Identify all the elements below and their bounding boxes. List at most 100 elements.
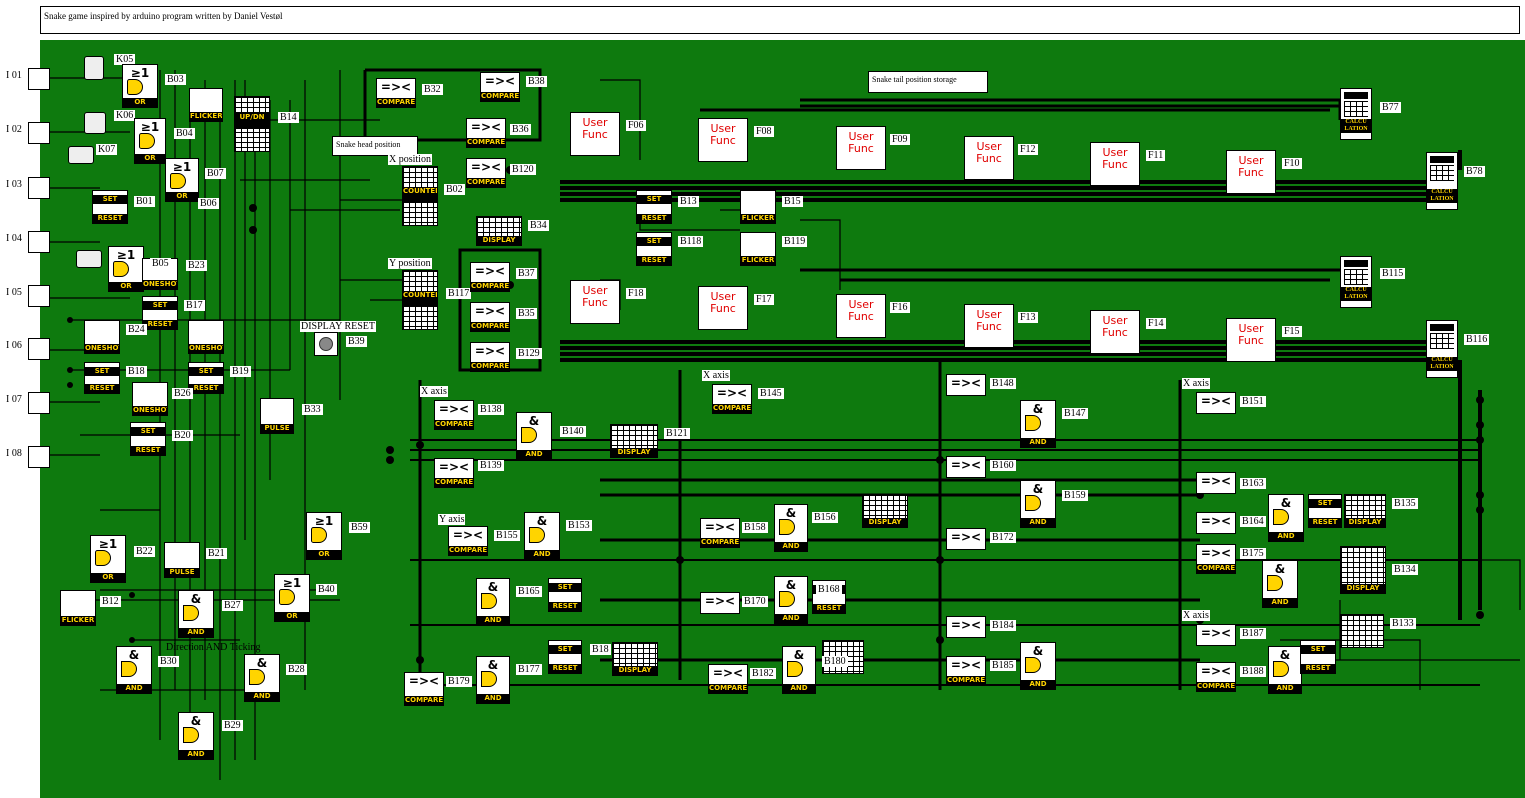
- input-i01[interactable]: [28, 68, 50, 90]
- compare-block[interactable]: =>< COMPARE: [700, 518, 740, 548]
- oneshot-block[interactable]: ONESHOT: [188, 320, 224, 354]
- user-func-block[interactable]: User Func: [570, 280, 620, 324]
- oneshot-block[interactable]: ONESHOT: [84, 320, 120, 354]
- or-block[interactable]: ≥1 OR: [108, 246, 144, 292]
- and-block[interactable]: & AND: [476, 656, 510, 704]
- compare-block[interactable]: =>< COMPARE: [1196, 662, 1236, 692]
- x-counter-block[interactable]: COUNTER: [402, 166, 438, 226]
- set-reset-block[interactable]: SET RESET: [548, 640, 582, 674]
- set-reset-block[interactable]: SET RESET: [636, 232, 672, 266]
- flicker-block[interactable]: FLICKER: [189, 88, 223, 122]
- input-i03[interactable]: [28, 177, 50, 199]
- flicker-block[interactable]: FLICKER: [60, 590, 96, 626]
- pulse-block[interactable]: PULSE: [260, 398, 294, 434]
- calculation-block[interactable]: CALCU LATION: [1426, 152, 1458, 210]
- updn-counter-block[interactable]: UP/DN: [234, 96, 270, 152]
- input-i08[interactable]: [28, 446, 50, 468]
- display-block[interactable]: DISPLAY: [1340, 546, 1386, 594]
- calculation-block[interactable]: CALCU LATION: [1426, 320, 1458, 378]
- key-switch-icon[interactable]: [68, 146, 94, 164]
- compare-block[interactable]: =>< COMPARE: [1196, 544, 1236, 574]
- pulse-block[interactable]: PULSE: [164, 542, 200, 578]
- compare-block[interactable]: =>< COMPARE: [466, 158, 506, 188]
- compare-block[interactable]: =><: [700, 592, 740, 614]
- compare-block[interactable]: =>< COMPARE: [480, 72, 520, 102]
- and-block[interactable]: & AND: [1020, 480, 1056, 528]
- and-block[interactable]: & AND: [774, 576, 808, 624]
- input-i06[interactable]: [28, 338, 50, 360]
- user-func-block[interactable]: User Func: [836, 126, 886, 170]
- key-switch-icon[interactable]: [84, 112, 106, 134]
- or-block[interactable]: ≥1 OR: [90, 535, 126, 583]
- display-block[interactable]: DISPLAY: [612, 642, 658, 676]
- set-reset-block[interactable]: SET RESET: [1300, 640, 1336, 674]
- compare-block[interactable]: =>< COMPARE: [466, 118, 506, 148]
- user-func-block[interactable]: User Func: [964, 136, 1014, 180]
- compare-block[interactable]: =>< COMPARE: [434, 400, 474, 430]
- and-block[interactable]: & AND: [1268, 646, 1302, 694]
- display-block[interactable]: DISPLAY: [1344, 494, 1386, 528]
- or-block[interactable]: ≥1 OR: [165, 158, 199, 202]
- and-block[interactable]: & AND: [774, 504, 808, 552]
- input-i04[interactable]: [28, 231, 50, 253]
- set-reset-block[interactable]: SET RESET: [92, 190, 128, 224]
- compare-block[interactable]: =>< COMPARE: [708, 664, 748, 694]
- compare-block[interactable]: =><: [1196, 512, 1236, 534]
- and-block[interactable]: & AND: [178, 712, 214, 760]
- compare-block[interactable]: =>< COMPARE: [404, 672, 444, 706]
- set-reset-block[interactable]: SET RESET: [142, 296, 178, 330]
- display-block[interactable]: DISPLAY: [610, 424, 658, 458]
- flicker-block[interactable]: FLICKER: [740, 232, 776, 266]
- display-block[interactable]: [1340, 614, 1384, 648]
- compare-block[interactable]: =><: [1196, 392, 1236, 414]
- compare-block[interactable]: =><: [946, 456, 986, 478]
- and-block[interactable]: & AND: [476, 578, 510, 626]
- set-reset-block[interactable]: SET RESET: [548, 578, 582, 612]
- input-i02[interactable]: [28, 122, 50, 144]
- compare-block[interactable]: =>< COMPARE: [448, 526, 488, 556]
- y-counter-block[interactable]: COUNTER: [402, 270, 438, 330]
- set-reset-block[interactable]: SET RESET: [188, 362, 224, 394]
- compare-block[interactable]: =><: [946, 528, 986, 550]
- or-block[interactable]: ≥1 OR: [134, 118, 166, 164]
- user-func-block[interactable]: User Func: [964, 304, 1014, 348]
- compare-block[interactable]: =><: [946, 374, 986, 396]
- compare-block[interactable]: =><: [946, 616, 986, 638]
- user-func-block[interactable]: User Func: [698, 286, 748, 330]
- display-reset-button[interactable]: [314, 332, 338, 356]
- and-block[interactable]: & AND: [1020, 400, 1056, 448]
- and-block[interactable]: & AND: [1268, 494, 1304, 542]
- and-block[interactable]: & AND: [116, 646, 152, 694]
- compare-block[interactable]: =>< COMPARE: [376, 78, 416, 108]
- input-i05[interactable]: [28, 285, 50, 307]
- and-block[interactable]: & AND: [244, 654, 280, 702]
- or-block[interactable]: ≥1 OR: [306, 512, 342, 560]
- set-reset-block[interactable]: SET RESET: [130, 422, 166, 456]
- compare-block[interactable]: =>< COMPARE: [470, 262, 510, 292]
- compare-block[interactable]: =><: [1196, 624, 1236, 646]
- compare-block[interactable]: =>< COMPARE: [946, 656, 986, 686]
- compare-block[interactable]: =>< COMPARE: [712, 384, 752, 414]
- user-func-block[interactable]: User Func: [570, 112, 620, 156]
- set-reset-block[interactable]: SET RESET: [636, 190, 672, 224]
- key-switch-icon[interactable]: [84, 56, 104, 80]
- compare-block[interactable]: =>< COMPARE: [434, 458, 474, 488]
- user-func-block[interactable]: User Func: [1090, 142, 1140, 186]
- user-func-block[interactable]: User Func: [1226, 150, 1276, 194]
- or-block[interactable]: ≥1 OR: [274, 574, 310, 622]
- or-block[interactable]: ≥1 OR: [122, 64, 158, 108]
- compare-block[interactable]: =><: [1196, 472, 1236, 494]
- calculation-block[interactable]: CALCU LATION: [1340, 256, 1372, 308]
- and-block[interactable]: & AND: [782, 646, 816, 694]
- key-switch-icon[interactable]: [76, 250, 102, 268]
- display-block[interactable]: DISPLAY: [862, 494, 908, 528]
- calculation-block[interactable]: CALCU LATION: [1340, 88, 1372, 140]
- set-reset-block[interactable]: SET RESET: [84, 362, 120, 394]
- compare-block[interactable]: =>< COMPARE: [470, 302, 510, 332]
- and-block[interactable]: & AND: [516, 412, 552, 460]
- user-func-block[interactable]: User Func: [1226, 318, 1276, 362]
- input-i07[interactable]: [28, 392, 50, 414]
- user-func-block[interactable]: User Func: [836, 294, 886, 338]
- and-block[interactable]: & AND: [178, 590, 214, 638]
- set-reset-block[interactable]: SET RESET: [1308, 494, 1342, 528]
